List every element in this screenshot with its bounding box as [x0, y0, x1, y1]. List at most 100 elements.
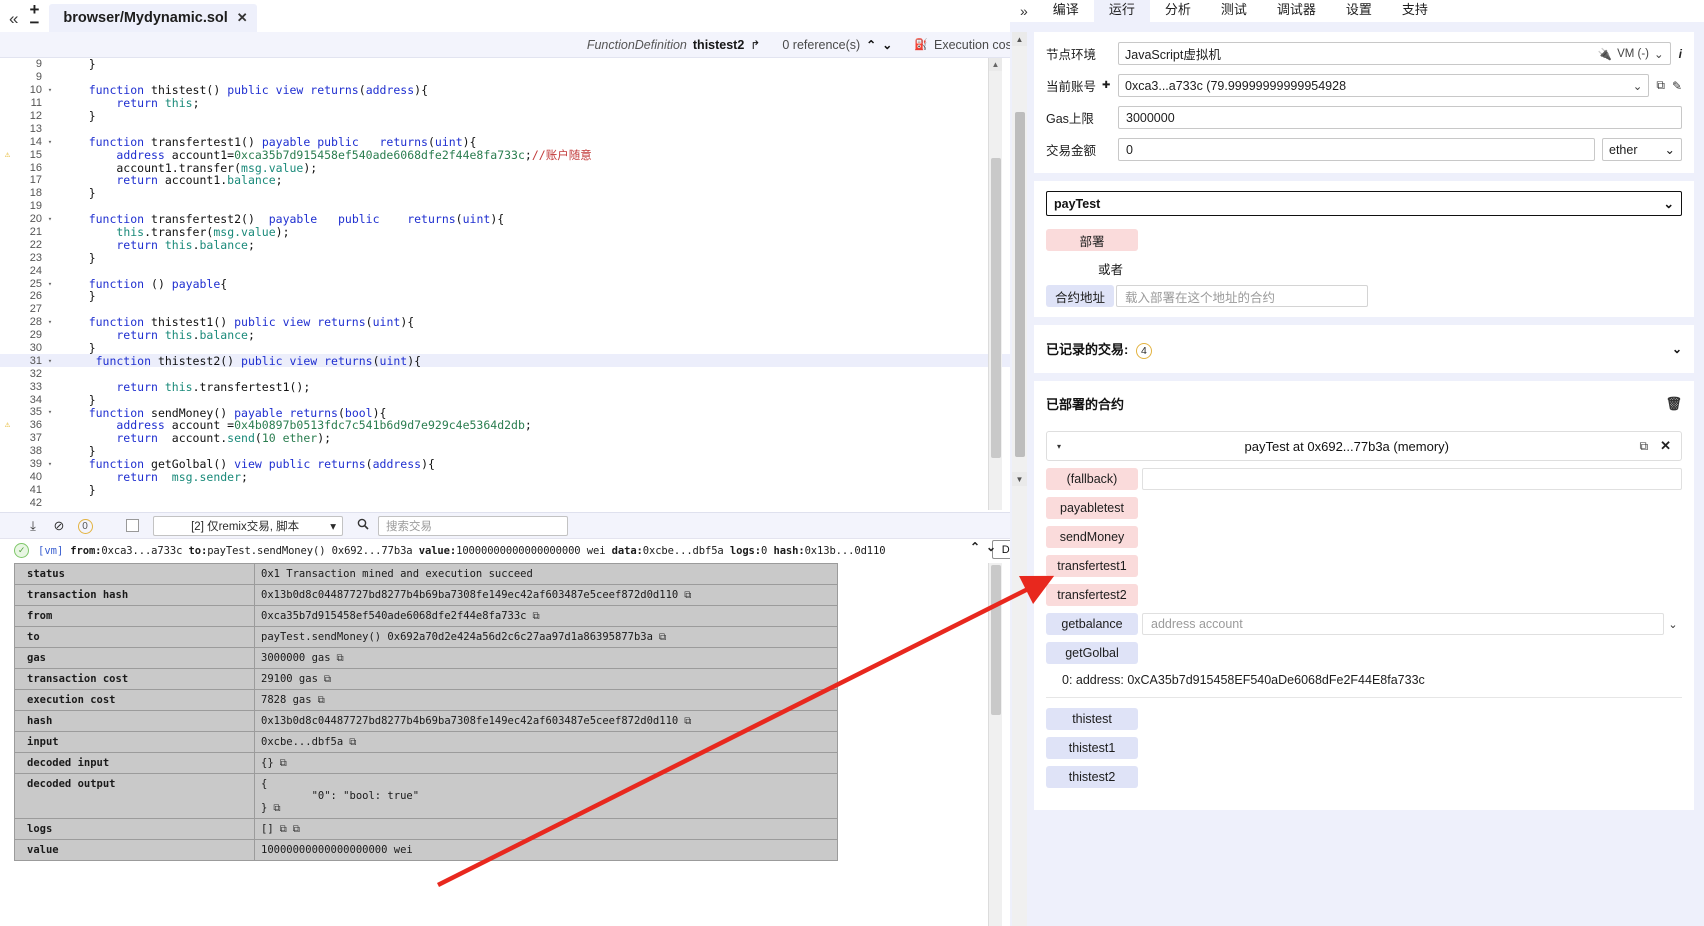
tab-1[interactable]: 运行	[1093, 0, 1150, 22]
copy-address-icon[interactable]: ⧉	[1640, 439, 1649, 454]
copy-icon[interactable]: ⧉	[324, 674, 331, 685]
clear-terminal-icon[interactable]: ⤓	[20, 518, 46, 534]
contract-function-row: thistest1	[1046, 737, 1682, 759]
function-input[interactable]: address account	[1142, 613, 1664, 635]
function-input[interactable]	[1142, 468, 1682, 490]
gas-limit-input[interactable]: 3000000	[1118, 106, 1682, 129]
close-icon[interactable]: ✕	[1660, 438, 1671, 454]
tx-filter-select[interactable]: [2] 仅remix交易, 脚本 ▾	[153, 515, 343, 536]
sign-message-icon[interactable]: ✎	[1672, 79, 1682, 93]
fold-toggle-icon[interactable]: ▾	[45, 280, 55, 288]
value-input[interactable]: 0	[1118, 138, 1595, 161]
font-size-control[interactable]: + −	[25, 0, 49, 33]
chevron-down-icon[interactable]: ⌄	[1672, 342, 1682, 356]
function-button-thistest1[interactable]: thistest1	[1046, 737, 1138, 759]
copy-icon[interactable]: ⧉	[280, 824, 287, 835]
copy-icon[interactable]: ⧉	[273, 803, 280, 814]
function-button-payabletest[interactable]: payabletest	[1046, 497, 1138, 519]
copy-icon[interactable]: ⧉	[337, 653, 344, 664]
table-row-value: 0x13b0d8c04487727bd8277b4b69ba7308fe149e…	[261, 715, 692, 727]
scroll-thumb[interactable]	[991, 158, 1001, 458]
trash-icon[interactable]: 🗑	[1665, 396, 1682, 412]
deployed-contract-bar[interactable]: ▾ payTest at 0x692...77b3a (memory) ⧉ ✕	[1046, 431, 1682, 461]
table-row-value: 29100 gas ⧉	[261, 673, 332, 685]
function-button-getbalance[interactable]: getbalance	[1046, 613, 1138, 635]
search-transactions-input[interactable]: 搜索交易	[378, 515, 568, 536]
chevron-up-icon[interactable]: ⌃	[866, 38, 876, 52]
code-text: }	[61, 444, 96, 459]
tx-collapse-down-icon[interactable]: ⌄	[983, 540, 999, 554]
recorded-transactions-card[interactable]: 已记录的交易: 4 ⌄	[1034, 325, 1694, 373]
at-address-button[interactable]: 合约地址	[1046, 285, 1114, 307]
environment-select[interactable]: JavaScript虚拟机 🔌 VM (-) ⌄	[1118, 42, 1671, 65]
copy-account-icon[interactable]: ⧉	[1656, 78, 1665, 93]
environment-info-icon[interactable]: i	[1679, 47, 1682, 61]
tab-5[interactable]: 设置	[1330, 0, 1387, 22]
tab-2[interactable]: 分析	[1149, 0, 1206, 22]
recorded-transactions-label-group: 已记录的交易: 4	[1046, 339, 1152, 359]
terminal-scrollbar[interactable]	[988, 563, 1002, 926]
table-row: gas 3000000 gas ⧉	[15, 648, 837, 669]
contract-select[interactable]: payTest ⌄	[1046, 191, 1682, 216]
editor-scrollbar[interactable]: ▲	[988, 58, 1002, 510]
tab-4[interactable]: 调试器	[1261, 0, 1331, 22]
copy-icon[interactable]: ⧉	[293, 824, 300, 835]
warning-icon[interactable]: ⚠	[0, 420, 15, 430]
function-button-sendMoney[interactable]: sendMoney	[1046, 526, 1138, 548]
code-line: 16 account1.transfer(msg.value);	[0, 161, 1010, 175]
fold-toggle-icon[interactable]: ▾	[45, 460, 55, 468]
deploy-button[interactable]: 部署	[1046, 229, 1138, 251]
contract-function-row: thistest	[1046, 708, 1682, 730]
fold-toggle-icon[interactable]: ▾	[45, 408, 55, 416]
at-address-input[interactable]: 载入部署在这个地址的合约	[1116, 285, 1368, 307]
add-account-icon[interactable]: ✚	[1102, 80, 1110, 91]
tab-6[interactable]: 支持	[1386, 0, 1443, 22]
copy-icon[interactable]: ⧉	[659, 632, 666, 643]
tab-3[interactable]: 测试	[1205, 0, 1262, 22]
function-button-transfertest1[interactable]: transfertest1	[1046, 555, 1138, 577]
function-button-thistest[interactable]: thistest	[1046, 708, 1138, 730]
copy-icon[interactable]: ⧉	[684, 716, 691, 727]
account-select[interactable]: 0xca3...a733c (79.99999999999954928 ⌄	[1118, 74, 1650, 97]
tx-collapse-up-icon[interactable]: ⌃	[967, 540, 983, 554]
font-decrease-icon[interactable]: −	[29, 14, 39, 31]
chevron-down-icon[interactable]: ⌄	[882, 38, 892, 52]
copy-icon[interactable]: ⧉	[533, 611, 540, 622]
jump-to-definition-icon[interactable]: ↱	[750, 38, 760, 52]
copy-icon[interactable]: ⧉	[280, 758, 287, 769]
scroll-up-icon[interactable]: ▲	[989, 58, 1002, 71]
code-line: 38 }	[0, 444, 1010, 459]
copy-icon[interactable]: ⧉	[349, 737, 356, 748]
scroll-up-icon[interactable]: ▲	[1012, 32, 1027, 46]
run-panel-scrollbar[interactable]: ▲ ▼	[1012, 32, 1027, 926]
function-button-transfertest2[interactable]: transfertest2	[1046, 584, 1138, 606]
copy-icon[interactable]: ⧉	[684, 590, 691, 601]
fold-toggle-icon[interactable]: ▾	[45, 138, 55, 146]
fold-toggle-icon[interactable]: ▾	[45, 215, 55, 223]
fold-toggle-icon[interactable]: ▾	[45, 86, 55, 94]
table-row-value: 0x1 Transaction mined and execution succ…	[261, 568, 533, 580]
function-button-fallback[interactable]: (fallback)	[1046, 468, 1138, 490]
transaction-log-line[interactable]: ✓ [vm] from:0xca3...a733c to:payTest.sen…	[0, 538, 1010, 562]
copy-icon[interactable]: ⧉	[318, 695, 325, 706]
file-tab-mydynamic[interactable]: browser/Mydynamic.sol ✕	[49, 4, 257, 32]
chevron-down-icon[interactable]: ⌄	[1664, 618, 1682, 631]
value-unit-select[interactable]: ether ⌄	[1602, 138, 1682, 161]
listen-network-checkbox[interactable]	[126, 519, 139, 532]
close-icon[interactable]: ✕	[237, 10, 248, 26]
code-editor[interactable]: 9 } 9 10 ▾ function thistest() public view …	[0, 58, 1010, 510]
expand-panel-icon[interactable]: »	[1014, 3, 1038, 22]
contract-function-list-2: thistest thistest1 thistest2	[1046, 708, 1682, 788]
fold-toggle-icon[interactable]: ▾	[45, 357, 55, 365]
warning-icon[interactable]: ⚠	[0, 150, 15, 160]
disable-icon[interactable]: ⊘	[46, 518, 72, 534]
tab-0[interactable]: 编译	[1037, 0, 1094, 22]
function-button-thistest2[interactable]: thistest2	[1046, 766, 1138, 788]
function-button-getGolbal[interactable]: getGolbal	[1046, 642, 1138, 664]
collapse-panel-icon[interactable]: «	[0, 10, 25, 32]
fold-toggle-icon[interactable]: ▾	[45, 318, 55, 326]
code-line: 26 }	[0, 289, 1010, 303]
scroll-down-icon[interactable]: ▼	[1012, 472, 1027, 486]
scroll-thumb[interactable]	[1015, 112, 1025, 457]
scroll-thumb[interactable]	[991, 565, 1001, 715]
